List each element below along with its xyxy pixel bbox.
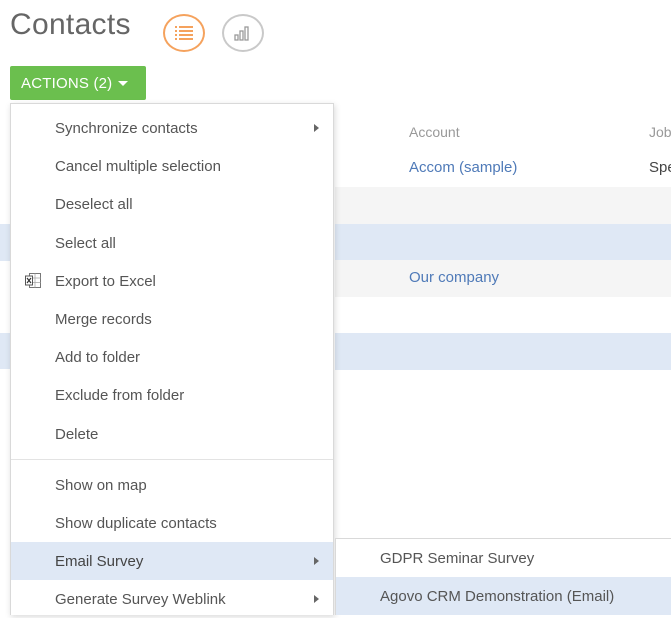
menu-item-select-all[interactable]: Select all — [11, 224, 333, 262]
chevron-right-icon — [314, 124, 319, 132]
list-view-button[interactable] — [163, 14, 205, 52]
menu-item-merge-records[interactable]: Merge records — [11, 300, 333, 338]
menu-item-label: Generate Survey Weblink — [55, 590, 226, 608]
menu-item-email-survey[interactable]: Email Survey — [11, 542, 333, 580]
account-link[interactable]: Our company — [409, 269, 499, 286]
submenu-item-label: Agovo CRM Demonstration (Email) — [380, 587, 615, 605]
menu-divider — [11, 459, 333, 460]
grid-header: Account Job — [335, 112, 671, 151]
menu-item-label: Merge records — [55, 310, 152, 328]
submenu-item-gdpr-seminar-survey[interactable]: GDPR Seminar Survey — [336, 539, 671, 577]
menu-item-label: Select all — [55, 234, 116, 252]
menu-item-label: Show duplicate contacts — [55, 514, 217, 532]
table-row[interactable]: Our company — [335, 260, 671, 297]
chevron-right-icon — [314, 595, 319, 603]
table-row[interactable]: Accom (sample) Spe — [335, 150, 671, 187]
menu-item-label: Add to folder — [55, 348, 141, 366]
bar-chart-icon — [234, 26, 249, 41]
menu-item-label: Cancel multiple selection — [55, 157, 221, 175]
analytics-view-button[interactable] — [222, 14, 264, 52]
menu-item-export-to-excel[interactable]: Export to Excel — [11, 262, 333, 300]
actions-button[interactable]: ACTIONS (2) — [10, 66, 146, 100]
menu-item-label: Email Survey — [55, 552, 144, 570]
job-cell: Spe — [649, 159, 671, 176]
chevron-right-icon — [314, 557, 319, 565]
menu-item-label: Synchronize contacts — [55, 119, 198, 137]
actions-menu: Synchronize contacts Cancel multiple sel… — [10, 103, 334, 615]
menu-item-exclude-from-folder[interactable]: Exclude from folder — [11, 376, 333, 414]
page-title: Contacts — [10, 8, 131, 41]
column-header-account[interactable]: Account — [409, 124, 460, 140]
table-row[interactable] — [335, 333, 671, 370]
menu-item-cancel-multiple-selection[interactable]: Cancel multiple selection — [11, 147, 333, 185]
menu-item-label: Show on map — [55, 476, 147, 494]
submenu-item-agovo-crm-demonstration[interactable]: Agovo CRM Demonstration (Email) — [336, 577, 671, 615]
selected-row-edge — [0, 333, 10, 369]
selected-row-edge — [0, 224, 10, 261]
menu-item-label: Delete — [55, 425, 99, 443]
caret-down-icon — [118, 81, 129, 86]
excel-icon — [25, 273, 41, 288]
menu-item-generate-survey-weblink[interactable]: Generate Survey Weblink — [11, 580, 333, 618]
column-header-job[interactable]: Job — [649, 124, 671, 140]
menu-item-add-to-folder[interactable]: Add to folder — [11, 338, 333, 376]
email-survey-submenu: GDPR Seminar Survey Agovo CRM Demonstrat… — [335, 538, 671, 615]
menu-item-deselect-all[interactable]: Deselect all — [11, 185, 333, 223]
menu-item-label: Deselect all — [55, 195, 133, 213]
menu-item-synchronize-contacts[interactable]: Synchronize contacts — [11, 109, 333, 147]
account-link[interactable]: Accom (sample) — [409, 159, 517, 176]
submenu-item-label: GDPR Seminar Survey — [380, 549, 535, 567]
menu-item-label: Exclude from folder — [55, 386, 185, 404]
table-row[interactable] — [335, 187, 671, 224]
menu-item-delete[interactable]: Delete — [11, 415, 333, 453]
list-view-icon — [175, 26, 193, 40]
menu-item-show-duplicate-contacts[interactable]: Show duplicate contacts — [11, 504, 333, 542]
actions-button-label: ACTIONS (2) — [21, 74, 113, 92]
table-row[interactable] — [335, 297, 671, 334]
table-row[interactable] — [335, 224, 671, 261]
menu-item-label: Export to Excel — [55, 272, 156, 290]
menu-item-show-on-map[interactable]: Show on map — [11, 466, 333, 504]
